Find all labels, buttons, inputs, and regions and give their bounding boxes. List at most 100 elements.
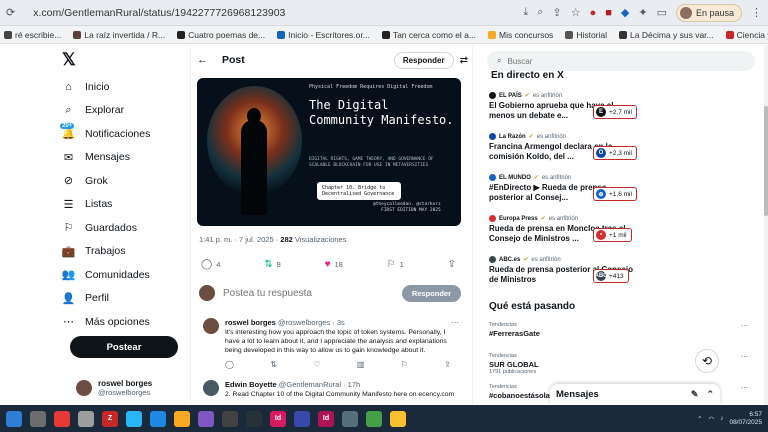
sidebar-icon[interactable]: ▭ [657,6,667,19]
post-image[interactable]: Physical Freedom Requires Digital Freedo… [197,78,461,226]
chrome2-icon[interactable] [366,410,382,427]
thread-tweet[interactable]: Edwin Boyette @GentlemanRural · 17h 2. R… [199,380,463,404]
menu-icon[interactable]: ⋮ [751,6,762,19]
nav-item-grok[interactable]: ⊘ Grok [62,174,108,188]
back-arrow-icon[interactable]: ← [197,54,208,66]
vs-icon[interactable] [198,410,214,427]
bookmark-icon[interactable]: ⚐ [401,360,408,369]
live-listener-count[interactable]: O +2,3 mil [593,146,637,160]
live-listener-count[interactable]: ⊕ +1,6 mil [593,187,637,201]
compose-message-icon[interactable]: ✎ [691,389,699,400]
bookmark-item[interactable]: Ciencia y Poesía de... [725,30,768,40]
live-listener-count[interactable]: • +1 mil [593,228,632,242]
chrome-icon[interactable] [54,410,70,427]
photos-icon[interactable] [294,410,310,427]
app2-icon[interactable] [342,410,358,427]
post-button[interactable]: Postear [70,336,178,358]
zotero-icon[interactable]: Z [102,410,118,427]
repost-action[interactable]: ⇅ 8 [264,259,281,270]
bookmark-item[interactable]: Cuatro poemas de... [177,30,265,40]
nav-item-listas[interactable]: ☰ Listas [62,198,113,211]
heart-icon[interactable]: ♡ [313,360,320,369]
bookmark-item[interactable]: Inicio - Escritores.or... [277,30,370,40]
wifi-icon[interactable]: ◠ [709,415,715,423]
bookmark-action[interactable]: ⚐ 1 [387,259,404,270]
extension-2-icon[interactable]: ■ [605,7,612,19]
reply-submit-button[interactable]: Responder [401,284,461,302]
reload-icon[interactable]: ⟳ [6,6,15,19]
nav-item-inicio[interactable]: ⌂ Inicio [62,80,110,93]
url-field[interactable]: x.com/GentlemanRural/status/194227772696… [33,7,285,19]
indesign2-icon[interactable]: Id [318,410,334,427]
more-icon[interactable]: ⋯ [451,318,459,327]
live-listener-count[interactable]: E +2,7 mil [593,105,637,119]
bookmark-item[interactable]: ré escribie... [4,30,61,40]
stats-icon[interactable]: ▥ [357,360,365,369]
download-icon[interactable]: ⤓ [523,6,528,19]
more-icon[interactable]: ⋯ [741,384,748,392]
archive-icon[interactable] [390,410,406,427]
share-icon[interactable]: ⇪ [552,6,561,19]
indesign-icon[interactable]: Id [270,410,286,427]
profile-pause-button[interactable]: En pausa [675,3,742,22]
x-logo-icon[interactable]: 𝕏 [62,50,76,70]
nav-item-mensajes[interactable]: ✉ Mensajes [62,151,130,164]
nav-item-perfil[interactable]: 👤 Perfil [62,292,109,305]
puzzle-icon[interactable]: ✦ [638,6,647,19]
address-bar-icons: ⤓ ⌕ ⇪ ☆ ● ■ ◆ ✦ ▭ En pausa ⋮ [523,3,762,22]
messages-drawer[interactable]: Mensajes ✎ ⌃ [550,384,720,405]
trend-item[interactable]: Tendencias #FerrerasGate ⋯ [489,322,754,338]
extension-3-icon[interactable]: ◆ [621,6,629,19]
store-icon[interactable] [150,410,166,427]
more-icon[interactable]: ⋯ [741,353,748,361]
bookmark-item[interactable]: Historial [565,30,607,40]
nav-item-más-opciones[interactable]: ⋯ Más opciones [62,315,150,329]
app-icon[interactable] [78,410,94,427]
share-icon[interactable]: ⇪ [444,360,451,369]
nav-item-guardados[interactable]: ⚐ Guardados [62,221,137,235]
nav-label: Inicio [85,80,110,93]
chevron-up-icon[interactable]: ⌃ [697,415,702,423]
clock[interactable]: 6:57 08/07/2025 [729,411,762,427]
expand-icon[interactable]: ⌃ [706,389,714,400]
post-time[interactable]: 1:41 p. m. · 7 jul. 2025 · [199,235,280,244]
bookmark-item[interactable]: La Décima y sus var... [619,30,714,40]
nav-item-explorar[interactable]: ⌕ Explorar [62,104,124,117]
live-listener-count[interactable]: ABC +413 [593,269,629,283]
search-input[interactable] [507,56,708,66]
bookmark-favicon-icon [565,30,574,39]
more-icon[interactable]: ⋯ [741,322,748,330]
grok-refresh-button[interactable]: ⟲ [695,349,719,373]
like-action[interactable]: ♥ 18 [325,259,343,270]
nav-item-notificaciones[interactable]: 🔔 20+ Notificaciones [60,123,150,140]
bookmark-item[interactable]: La raíz invertida / R... [73,30,165,40]
scrollbar-thumb[interactable] [764,106,768,216]
extension-icon[interactable]: ● [590,7,597,19]
reply-input[interactable] [223,287,394,299]
reply-header-button[interactable]: Responder [393,51,454,69]
search-box[interactable]: ⌕ [487,51,755,71]
bookmark-item[interactable]: Tan cerca como el a... [381,30,476,40]
tweet-author[interactable]: roswel borges [225,318,276,327]
windows-icon[interactable] [6,410,22,427]
telegram-icon[interactable] [126,410,142,427]
tweet-author[interactable]: Edwin Boyette [225,380,277,389]
folder-icon[interactable] [174,410,190,427]
reply-tweet[interactable]: roswel borges @roswelborges · 3s ⋯ It's … [199,318,463,374]
volume-icon[interactable]: ♪ [720,415,723,422]
steam-icon[interactable] [246,410,262,427]
star-icon[interactable]: ☆ [571,6,581,19]
nav-item-comunidades[interactable]: 👥 Comunidades [62,268,150,282]
account-switcher[interactable]: roswel borges @roswelborges [76,379,152,397]
bookmark-item[interactable]: Mis concursos [487,30,553,40]
zoom-icon[interactable]: ⌕ [537,6,543,19]
obs-icon[interactable] [222,410,238,427]
share-action[interactable]: ⇪ [448,259,456,270]
repost-icon[interactable]: ⇅ [270,360,277,369]
files-icon[interactable] [30,410,46,427]
reply-action[interactable]: ◯ 4 [201,259,220,270]
page-scrollbar[interactable] [764,46,768,405]
nav-item-trabajos[interactable]: 💼 Trabajos [62,245,126,258]
comment-icon[interactable]: ◯ [225,360,234,369]
sliders-icon[interactable]: ⇄ [460,55,468,66]
